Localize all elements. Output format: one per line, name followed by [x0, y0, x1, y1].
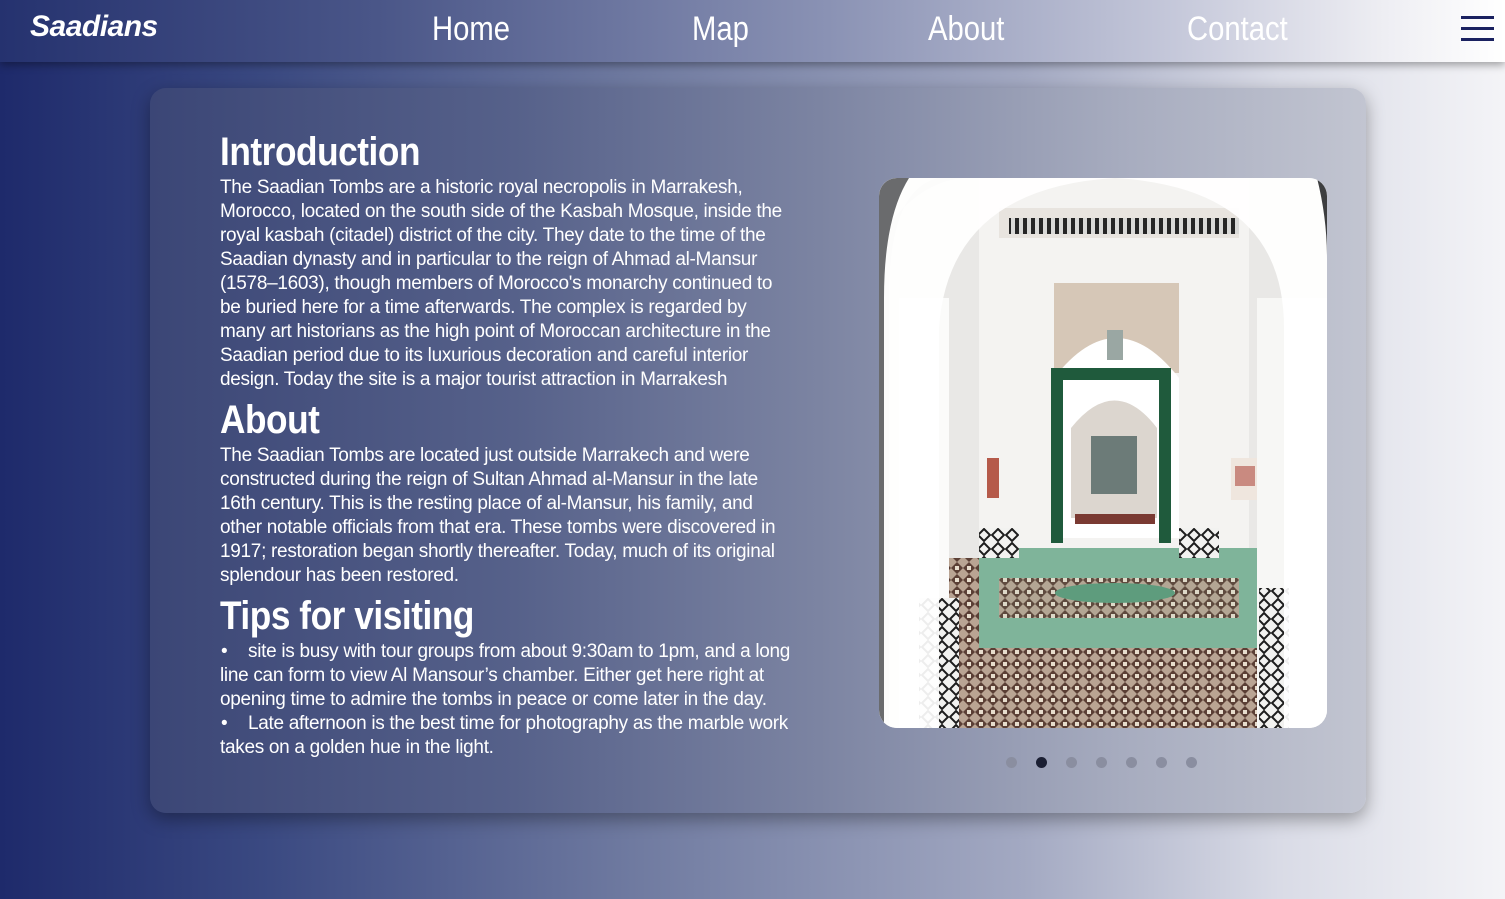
carousel-dot[interactable] [1186, 757, 1197, 768]
brand-logo[interactable]: Saadians [30, 10, 158, 44]
carousel-dot[interactable] [1126, 757, 1137, 768]
nav-link-map[interactable]: Map [692, 10, 749, 49]
carousel-image[interactable] [879, 178, 1327, 728]
carousel-dot[interactable] [1006, 757, 1017, 768]
heading-tips: Tips for visiting [220, 594, 474, 638]
heading-about: About [220, 398, 320, 442]
top-navbar: Saadians Home Map About Contact [0, 0, 1505, 62]
carousel-dot[interactable] [1096, 757, 1107, 768]
nav-link-about[interactable]: About [928, 10, 1004, 49]
tip-item: site is busy with tour groups from about… [220, 640, 795, 712]
carousel-dot[interactable] [1156, 757, 1167, 768]
carousel-dot[interactable] [1066, 757, 1077, 768]
heading-introduction: Introduction [220, 130, 421, 174]
introduction-text: The Saadian Tombs are a historic royal n… [220, 177, 782, 390]
saadian-tombs-photo [879, 178, 1327, 728]
nav-link-contact[interactable]: Contact [1187, 10, 1288, 49]
nav-link-home[interactable]: Home [432, 10, 510, 49]
hamburger-icon[interactable] [1461, 16, 1494, 44]
about-text: The Saadian Tombs are located just outsi… [220, 445, 776, 586]
text-column: Introduction The Saadian Tombs are a his… [220, 128, 795, 760]
tip-item: Late afternoon is the best time for phot… [220, 712, 795, 760]
tips-list: site is busy with tour groups from about… [220, 640, 795, 760]
carousel-dot[interactable] [1036, 757, 1047, 768]
